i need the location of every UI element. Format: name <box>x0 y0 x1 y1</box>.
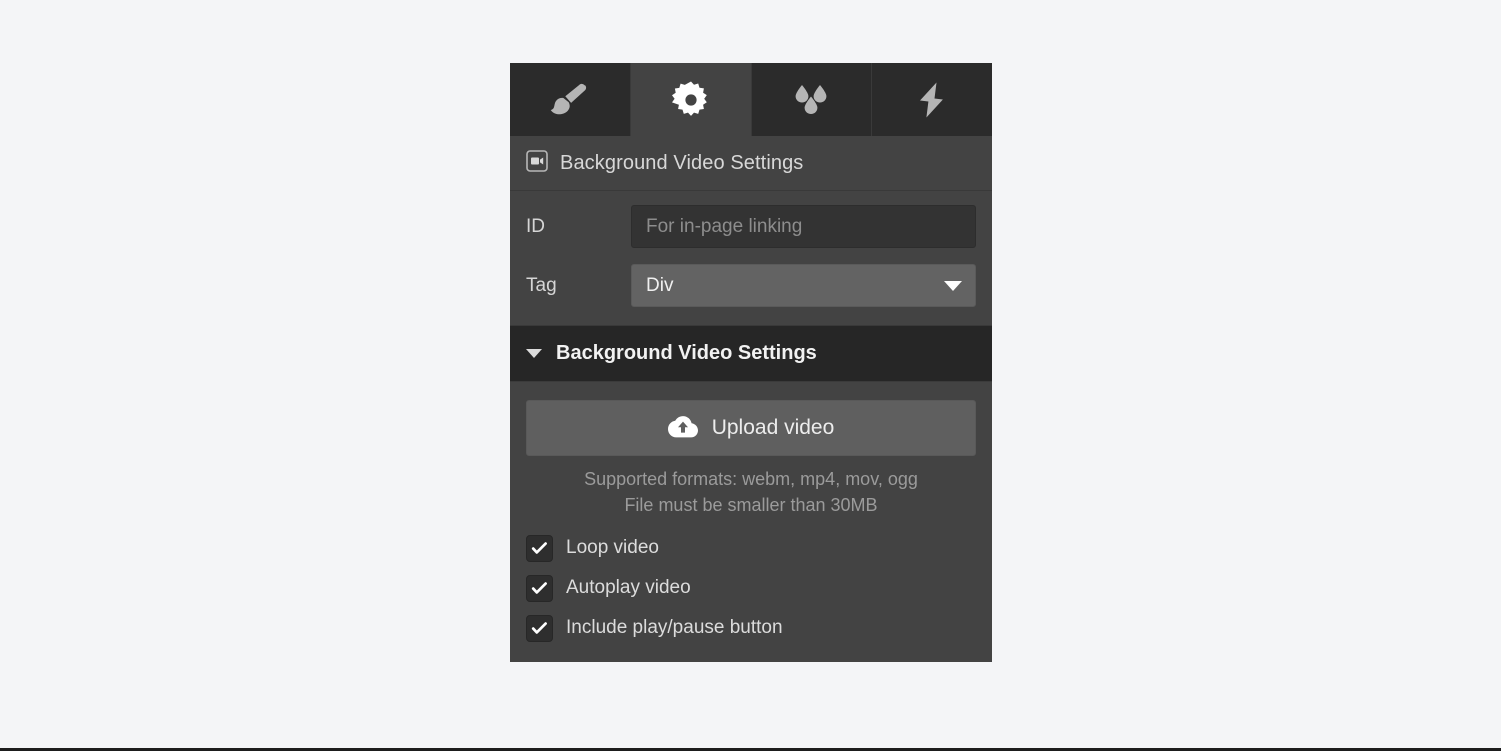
checkbox-row-loop-video[interactable]: Loop video <box>526 528 976 568</box>
background-video-section-body: Upload video Supported formats: webm, mp… <box>510 382 992 662</box>
tag-select-wrapper: Div <box>631 264 976 307</box>
cloud-upload-icon <box>667 414 698 443</box>
background-video-section-header[interactable]: Background Video Settings <box>510 326 992 382</box>
tab-settings[interactable] <box>630 63 752 136</box>
check-icon <box>531 581 547 594</box>
paintbrush-icon <box>548 82 592 118</box>
gear-icon <box>671 81 710 119</box>
video-camera-icon <box>526 149 548 177</box>
autoplay-video-checkbox[interactable] <box>526 574 553 602</box>
background-video-settings-panel: Background Video Settings ID Tag Div Bac… <box>510 63 992 662</box>
general-fields: ID Tag Div <box>510 191 992 326</box>
play-pause-button-checkbox[interactable] <box>526 614 553 642</box>
tag-select-value: Div <box>646 274 674 296</box>
lightning-bolt-icon <box>915 81 949 119</box>
tag-select[interactable]: Div <box>631 264 976 307</box>
autoplay-video-label: Autoplay video <box>566 577 691 598</box>
upload-hint-filesize: File must be smaller than 30MB <box>624 495 878 515</box>
check-icon <box>531 621 547 634</box>
tag-field-row: Tag Div <box>526 264 976 307</box>
upload-video-button[interactable]: Upload video <box>526 400 976 456</box>
water-drops-icon <box>789 82 833 118</box>
checkbox-row-play-pause-button[interactable]: Include play/pause button <box>526 608 976 648</box>
tab-actions[interactable] <box>872 63 992 136</box>
id-field-label: ID <box>526 215 545 237</box>
upload-hint: Supported formats: webm, mp4, mov, ogg F… <box>526 466 976 518</box>
tag-field-label: Tag <box>526 274 557 296</box>
upload-video-label: Upload video <box>711 416 835 439</box>
checkbox-row-autoplay-video[interactable]: Autoplay video <box>526 568 976 608</box>
loop-video-label: Loop video <box>566 537 659 558</box>
page-title: Background Video Settings <box>560 151 804 174</box>
id-field-row: ID <box>526 205 976 248</box>
panel-header: Background Video Settings <box>510 136 992 191</box>
id-input[interactable] <box>631 205 976 248</box>
video-options-list: Loop video Autoplay video Include play/p… <box>526 528 976 648</box>
section-title: Background Video Settings <box>556 342 817 364</box>
play-pause-button-label: Include play/pause button <box>566 617 783 638</box>
triangle-down-icon <box>526 349 542 358</box>
tab-effects[interactable] <box>751 63 873 136</box>
upload-hint-formats: Supported formats: webm, mp4, mov, ogg <box>584 469 918 489</box>
check-icon <box>531 541 547 554</box>
loop-video-checkbox[interactable] <box>526 534 553 562</box>
panel-tabbar <box>510 63 992 136</box>
tab-style[interactable] <box>510 63 631 136</box>
